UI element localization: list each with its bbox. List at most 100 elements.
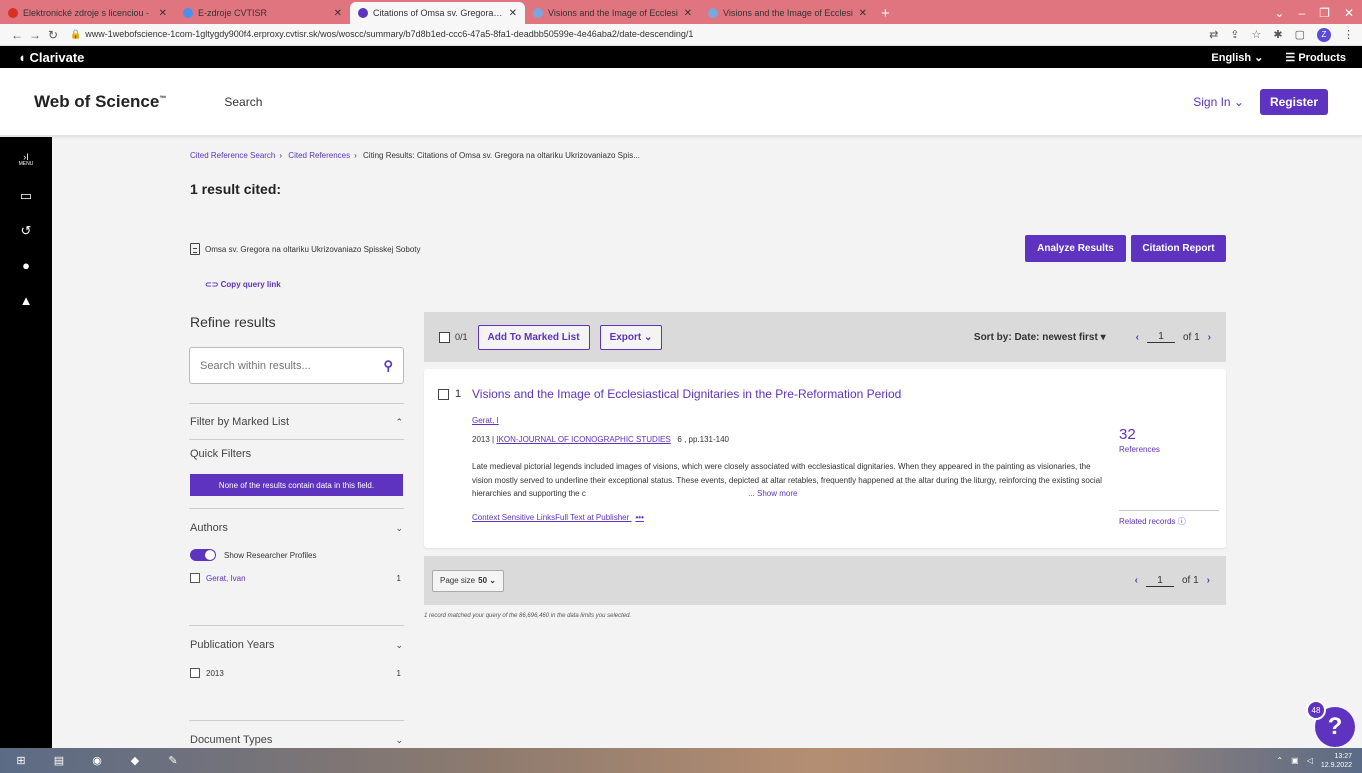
clarivate-logo[interactable]: ◖ Clarivate — [18, 50, 84, 65]
references-count[interactable]: 32 References — [1119, 426, 1160, 454]
checkbox[interactable] — [190, 668, 200, 678]
year-filter-item[interactable]: 2013 1 — [190, 668, 403, 678]
minimize-icon[interactable]: – — [1298, 6, 1305, 20]
author-filter-item[interactable]: Gerat, Ivan 1 — [190, 573, 403, 583]
record-author[interactable]: Gerat, I — [472, 416, 499, 425]
close-tab-icon[interactable]: ✕ — [509, 8, 517, 19]
register-button[interactable]: Register — [1259, 88, 1328, 115]
breadcrumb-cited-references[interactable]: Cited References — [288, 151, 350, 160]
language-menu[interactable]: English ⌄ — [1211, 51, 1263, 64]
history-icon[interactable]: ↺ — [21, 224, 32, 237]
context-sensitive-links[interactable]: Context Sensitive Links — [472, 513, 555, 522]
chevron-down-icon: ⌄ — [395, 734, 403, 745]
related-records-link[interactable]: Related records ⓘ — [1119, 516, 1186, 527]
analyze-results-button[interactable]: Analyze Results — [1025, 235, 1126, 262]
checkbox[interactable] — [190, 573, 200, 583]
back-icon[interactable]: ← — [8, 28, 26, 42]
reload-icon[interactable]: ↻ — [44, 28, 62, 42]
result-record: 1 Visions and the Image of Ecclesiastica… — [424, 369, 1226, 548]
breadcrumb-cited-ref-search[interactable]: Cited Reference Search — [190, 151, 275, 160]
tray-chevron-icon[interactable]: ⌃ — [1276, 756, 1283, 765]
file-explorer-icon[interactable]: ▤ — [48, 752, 70, 770]
windows-start-icon[interactable]: ⊞ — [10, 752, 32, 770]
breadcrumb-current: Citing Results: Citations of Omsa sv. Gr… — [363, 151, 640, 160]
browser-tab[interactable]: Elektronické zdroje s licenciou - ✕ — [0, 2, 175, 24]
search-input[interactable] — [200, 359, 384, 372]
divider — [189, 403, 404, 404]
results-toolbar: 0/1 Add To Marked List Export ⌄ Sort by:… — [424, 312, 1226, 362]
maximize-icon[interactable]: ❐ — [1319, 6, 1330, 20]
sign-in-link[interactable]: Sign In ⌄ — [1193, 95, 1244, 109]
next-page-icon[interactable]: › — [1208, 332, 1211, 343]
tab-search-icon[interactable]: ⌄ — [1274, 6, 1284, 20]
browser-tab-active[interactable]: Citations of Omsa sv. Gregora na ✕ — [350, 2, 525, 24]
prev-page-icon[interactable]: ‹ — [1135, 575, 1138, 586]
page-size-select[interactable]: Page size 50 ⌄ — [432, 569, 504, 592]
teams-icon[interactable]: ◆ — [124, 752, 146, 770]
page-input[interactable]: 1 — [1146, 331, 1175, 343]
new-tab-icon[interactable]: + — [881, 2, 890, 24]
record-title[interactable]: Visions and the Image of Ecclesiastical … — [472, 387, 901, 401]
record-checkbox[interactable] — [438, 388, 449, 400]
close-tab-icon[interactable]: ✕ — [159, 8, 167, 19]
menu-icon[interactable]: ›I MENU — [19, 153, 34, 167]
browser-tab[interactable]: E-zdroje CVTISR ✕ — [175, 2, 350, 24]
export-button[interactable]: Export ⌄ — [599, 324, 663, 350]
next-page-icon[interactable]: › — [1207, 575, 1210, 586]
forward-icon[interactable]: → — [26, 28, 44, 42]
os-taskbar: ⊞ ▤ ◉ ◆ ✎ ⌃ ▣ ◁ 13:27 12.9.2022 — [0, 748, 1362, 773]
citation-report-button[interactable]: Citation Report — [1131, 235, 1226, 262]
profile-avatar[interactable]: Z — [1317, 27, 1331, 42]
share-icon[interactable]: ⇪ — [1230, 28, 1239, 41]
close-tab-icon[interactable]: ✕ — [859, 8, 867, 19]
divider — [189, 439, 404, 440]
record-links: Context Sensitive LinksFull Text at Publ… — [472, 513, 644, 522]
breadcrumb: Cited Reference Search › Cited References… — [190, 151, 640, 160]
products-menu[interactable]: ☰ Products — [1285, 51, 1346, 64]
close-window-icon[interactable]: ✕ — [1344, 6, 1354, 20]
translate-icon[interactable]: ⇄ — [1209, 28, 1218, 41]
add-to-marked-list-button[interactable]: Add To Marked List — [477, 324, 590, 350]
match-summary: 1 record matched your query of the 86,69… — [424, 613, 632, 619]
filter-authors[interactable]: Authors ⌄ — [190, 522, 403, 534]
copy-query-link[interactable]: ⊂⊃ Copy query link — [205, 280, 281, 289]
filter-marked-list[interactable]: Filter by Marked List ⌃ — [190, 416, 403, 428]
volume-icon[interactable]: ◁ — [1307, 756, 1313, 765]
pager-bottom: ‹ 1 of 1 › — [1134, 574, 1210, 587]
prev-page-icon[interactable]: ‹ — [1136, 332, 1139, 343]
select-all-checkbox[interactable] — [439, 331, 450, 343]
page-title: 1 result cited: — [190, 181, 282, 197]
chrome-icon[interactable]: ◉ — [86, 752, 108, 770]
system-clock[interactable]: 13:27 12.9.2022 — [1321, 752, 1352, 770]
full-text-link[interactable]: Full Text at Publisher — [555, 513, 629, 522]
close-tab-icon[interactable]: ✕ — [684, 8, 692, 19]
no-data-message: None of the results contain data in this… — [190, 474, 403, 496]
bookmark-star-icon[interactable]: ☆ — [1252, 28, 1262, 41]
filter-document-types[interactable]: Document Types ⌄ — [190, 734, 403, 746]
search-within-results[interactable]: ⚲ — [189, 347, 404, 384]
researcher-profiles-toggle[interactable] — [190, 549, 216, 561]
browser-tab[interactable]: Visions and the Image of Ecclesi ✕ — [700, 2, 875, 24]
browser-menu-icon[interactable]: ⋮ — [1343, 28, 1354, 41]
browser-tab[interactable]: Visions and the Image of Ecclesi ✕ — [525, 2, 700, 24]
page-input[interactable]: 1 — [1145, 575, 1174, 587]
folder-icon[interactable]: ▭ — [20, 189, 32, 202]
wos-logo[interactable]: Web of Science™ — [34, 92, 166, 112]
more-options-icon[interactable]: ••• — [636, 513, 644, 522]
close-tab-icon[interactable]: ✕ — [334, 8, 342, 19]
filter-publication-years[interactable]: Publication Years ⌄ — [190, 639, 403, 651]
bell-icon[interactable]: ▲ — [20, 294, 33, 307]
sort-dropdown[interactable]: Sort by: Date: newest first ▾ — [974, 332, 1106, 343]
sidepanel-icon[interactable]: ▢ — [1295, 28, 1305, 41]
journal-link[interactable]: IKON-JOURNAL OF ICONOGRAPHIC STUDIES — [496, 435, 670, 444]
show-more-link[interactable]: ... Show more — [748, 489, 797, 498]
paint-icon[interactable]: ✎ — [162, 752, 184, 770]
chevron-down-icon: ⌄ — [395, 639, 403, 650]
search-icon[interactable]: ⚲ — [383, 358, 393, 374]
quick-filters-heading: Quick Filters — [190, 448, 252, 460]
extensions-icon[interactable]: ✱ — [1273, 28, 1282, 41]
url-field[interactable]: 🔒 www-1webofscience-1com-1gltygdy900f4.er… — [70, 29, 1209, 40]
user-icon[interactable]: ● — [22, 259, 30, 272]
search-nav-link[interactable]: Search — [224, 95, 262, 109]
network-icon[interactable]: ▣ — [1291, 756, 1299, 765]
